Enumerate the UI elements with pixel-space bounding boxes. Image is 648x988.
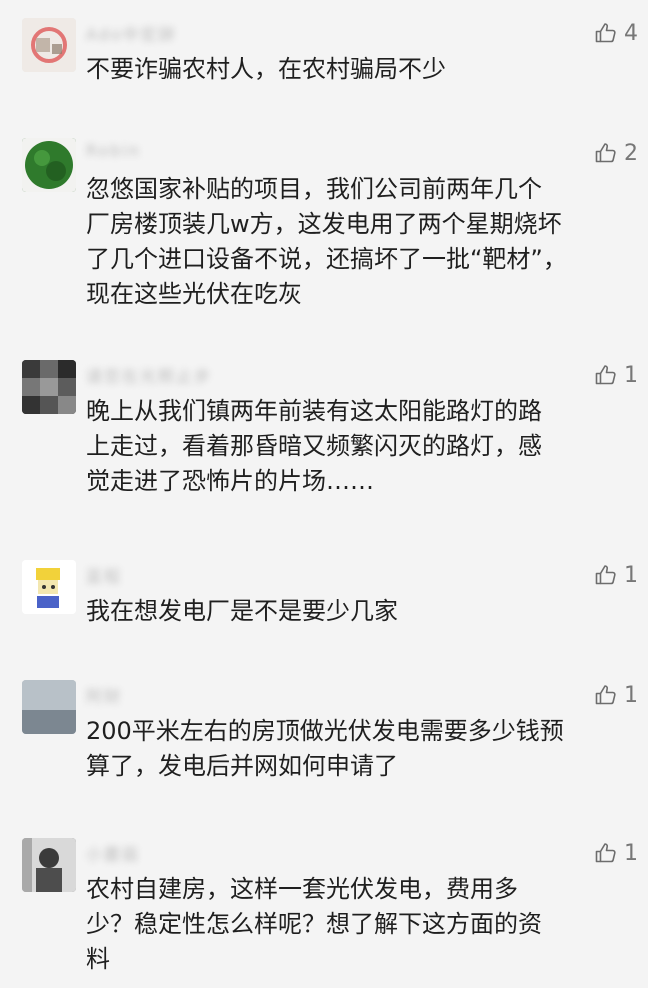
username[interactable]: 蓝程 xyxy=(86,563,122,586)
like-count: 1 xyxy=(624,682,638,708)
like-count: 1 xyxy=(624,362,638,388)
like-button[interactable]: 1 xyxy=(594,840,638,866)
username[interactable]: 请您在光照止步 xyxy=(86,363,212,386)
like-button[interactable]: 1 xyxy=(594,562,638,588)
like-count: 2 xyxy=(624,140,638,166)
like-button[interactable]: 2 xyxy=(594,140,638,166)
like-count: 1 xyxy=(624,840,638,866)
avatar[interactable] xyxy=(22,838,76,892)
avatar[interactable] xyxy=(22,360,76,414)
thumbs-up-icon xyxy=(595,365,616,385)
thumbs-up-icon xyxy=(595,685,616,705)
like-count: 4 xyxy=(624,20,638,46)
avatar[interactable] xyxy=(22,680,76,734)
comment-text: 200平米左右的房顶做光伏发电需要多少钱预 算了，发电后并网如何申请了 xyxy=(86,717,564,780)
avatar[interactable] xyxy=(22,18,76,72)
thumbs-up-icon xyxy=(595,565,616,585)
username[interactable]: Robin xyxy=(86,141,141,163)
avatar[interactable] xyxy=(22,560,76,614)
thumbs-up-icon xyxy=(595,143,616,163)
comment-text: 忽悠国家补贴的项目，我们公司前两年几个 厂房楼顶装几w方，这发电用了两个星期烧坏… xyxy=(86,175,567,308)
like-button[interactable]: 4 xyxy=(594,20,638,46)
thumbs-up-icon xyxy=(595,843,616,863)
avatar[interactable] xyxy=(22,138,76,192)
comment-text: 晚上从我们镇两年前装有这太阳能路灯的路 上走过，看着那昏暗又频繁闪灭的路灯，感 … xyxy=(86,397,542,495)
comment-text: 农村自建房，这样一套光伏发电，费用多 少？稳定性怎么样呢？想了解下这方面的资 料 xyxy=(86,875,542,973)
like-button[interactable]: 1 xyxy=(594,682,638,708)
username[interactable]: Ado中宏辞 xyxy=(86,21,177,44)
like-count: 1 xyxy=(624,562,638,588)
like-button[interactable]: 1 xyxy=(594,362,638,388)
thumbs-up-icon xyxy=(595,23,616,43)
comment-text: 不要诈骗农村人，在农村骗局不少 xyxy=(86,55,446,83)
comment-text: 我在想发电厂是不是要少几家 xyxy=(86,597,398,625)
username[interactable]: 阿财 xyxy=(86,683,122,706)
username[interactable]: 小蘑菇 xyxy=(86,841,140,864)
